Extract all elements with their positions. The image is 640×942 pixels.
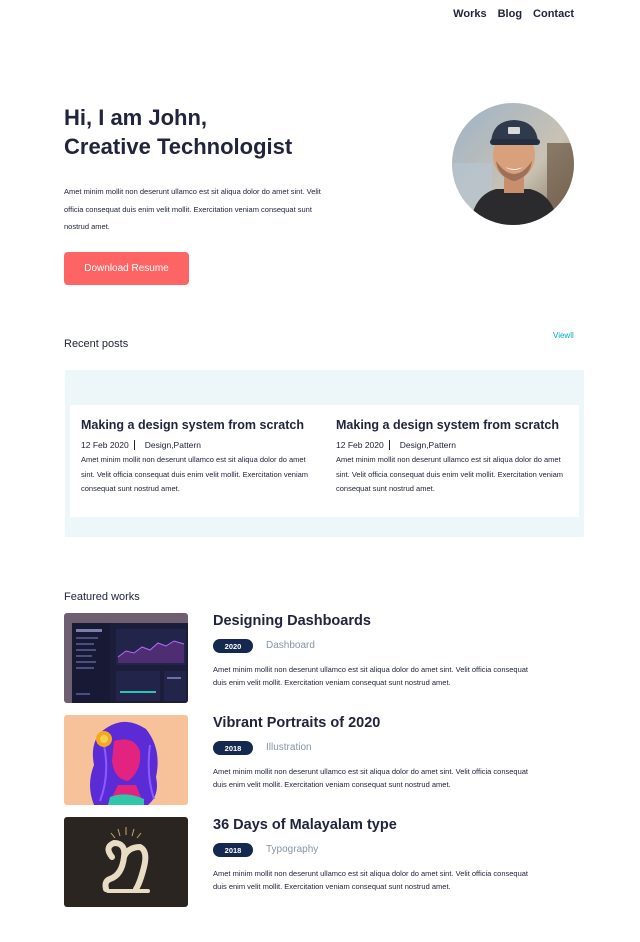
work-thumbnail[interactable] (64, 817, 188, 907)
post-card[interactable]: Making a design system from scratch 12 F… (336, 405, 576, 497)
post-tags: Design,Pattern (144, 440, 201, 450)
work-category: Illustration (266, 742, 312, 753)
work-description: Amet minim mollit non deserunt ullamco e… (213, 665, 529, 687)
post-title[interactable]: Making a design system from scratch (336, 418, 576, 432)
featured-works-heading: Featured works (64, 591, 140, 603)
work-category: Typography (266, 844, 319, 855)
post-card[interactable]: Making a design system from scratch 12 F… (81, 405, 321, 497)
nav-link-contact[interactable]: Contact (533, 8, 574, 20)
post-excerpt: Amet minim mollit non deserunt ullamco e… (81, 455, 309, 493)
work-description: Amet minim mollit non deserunt ullamco e… (213, 767, 529, 789)
view-all-link[interactable]: Viewll (553, 331, 574, 340)
post-excerpt: Amet minim mollit non deserunt ullamco e… (336, 455, 564, 493)
year-badge: 2018 (213, 843, 253, 857)
work-title[interactable]: 36 Days of Malayalam type (213, 817, 397, 833)
post-meta: 12 Feb 2020 Design,Pattern (81, 440, 321, 450)
post-meta: 12 Feb 2020 Design,Pattern (336, 440, 576, 450)
year-badge: 2020 (213, 639, 253, 653)
hero-title-line2: Creative Technologist (64, 134, 293, 159)
post-tags: Design,Pattern (399, 440, 456, 450)
post-title[interactable]: Making a design system from scratch (81, 418, 321, 432)
work-thumbnail[interactable] (64, 613, 188, 703)
post-date: 12 Feb 2020 (336, 440, 384, 450)
dashboard-thumbnail-image (64, 613, 188, 703)
top-nav: Works Blog Contact (453, 8, 574, 20)
hero-title: Hi, I am John, Creative Technologist (64, 103, 404, 161)
portrait-thumbnail-image (64, 715, 188, 805)
work-thumbnail[interactable] (64, 715, 188, 805)
year-badge: 2018 (213, 741, 253, 755)
work-item-dashboards[interactable]: Designing Dashboards 2020 Dashboard Amet… (64, 613, 584, 705)
work-description: Amet minim mollit non deserunt ullamco e… (213, 869, 529, 891)
work-category: Dashboard (266, 640, 315, 651)
hero-title-line1: Hi, I am John, (64, 105, 208, 130)
avatar-photo (452, 103, 574, 225)
work-item-malayalam-type[interactable]: 36 Days of Malayalam type 2018 Typograph… (64, 817, 584, 909)
recent-posts-card: Making a design system from scratch 12 F… (70, 405, 579, 517)
typography-thumbnail-image (64, 817, 188, 907)
avatar (452, 103, 574, 225)
nav-link-works[interactable]: Works (453, 8, 486, 20)
hero-description: Amet minim mollit non deserunt ullamco e… (64, 187, 321, 231)
work-title[interactable]: Vibrant Portraits of 2020 (213, 715, 380, 731)
meta-divider (388, 440, 390, 450)
post-date: 12 Feb 2020 (81, 440, 129, 450)
download-resume-button[interactable]: Download Resume (64, 252, 189, 285)
work-item-portraits[interactable]: Vibrant Portraits of 2020 2018 Illustrat… (64, 715, 584, 807)
work-title[interactable]: Designing Dashboards (213, 613, 371, 629)
nav-link-blog[interactable]: Blog (498, 8, 522, 20)
recent-posts-heading: Recent posts (64, 338, 129, 350)
meta-divider (133, 440, 135, 450)
